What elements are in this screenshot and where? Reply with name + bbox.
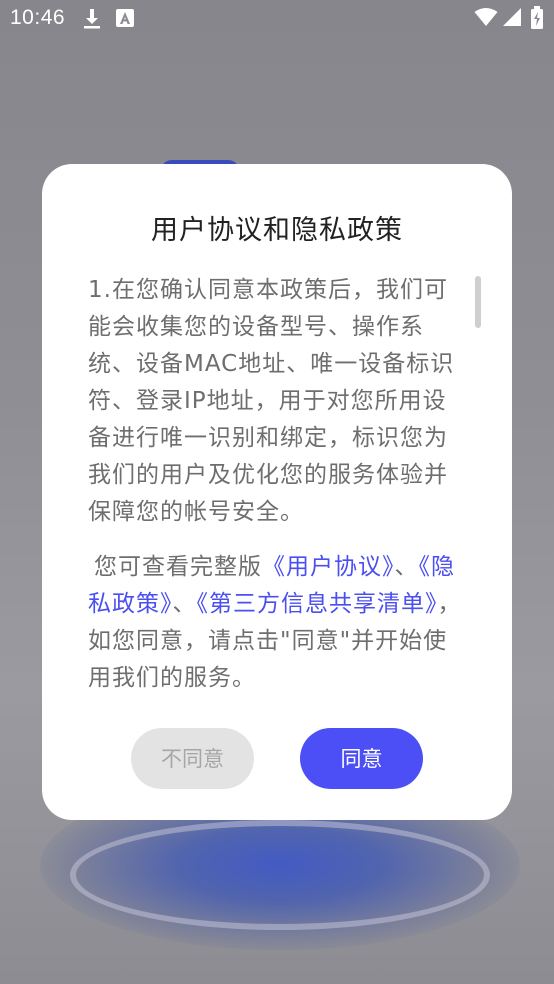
status-time: 10:46 <box>10 6 66 29</box>
signal-icon <box>502 7 522 31</box>
wifi-icon <box>474 7 498 31</box>
policy-paragraph: 1.在您确认同意本政策后，我们可能会收集您的设备型号、操作系统、设备MAC地址、… <box>88 277 455 525</box>
scrollbar[interactable] <box>475 276 481 328</box>
battery-icon <box>530 6 544 34</box>
third-party-list-link[interactable]: 《第三方信息共享清单》 <box>197 591 438 617</box>
disagree-button[interactable]: 不同意 <box>131 728 254 789</box>
status-bar: 10:46 <box>0 0 554 36</box>
a-badge-icon <box>116 9 134 31</box>
background-ring <box>70 820 490 930</box>
separator: 、 <box>172 591 197 617</box>
download-icon <box>82 8 102 34</box>
agreement-prefix: 您可查看完整版 <box>94 554 262 580</box>
agreement-links-paragraph: 您可查看完整版《用户协议》、《隐私政策》、《第三方信息共享清单》，如您同意，请点… <box>88 549 468 697</box>
privacy-dialog: 用户协议和隐私政策 1.在您确认同意本政策后，我们可能会收集您的设备型号、操作系… <box>42 164 512 820</box>
user-agreement-link[interactable]: 《用户协议》 <box>262 554 395 580</box>
dialog-body[interactable]: 1.在您确认同意本政策后，我们可能会收集您的设备型号、操作系统、设备MAC地址、… <box>88 272 468 697</box>
dialog-title: 用户协议和隐私政策 <box>151 215 403 246</box>
agree-button[interactable]: 同意 <box>300 728 423 789</box>
separator: 、 <box>394 554 419 580</box>
